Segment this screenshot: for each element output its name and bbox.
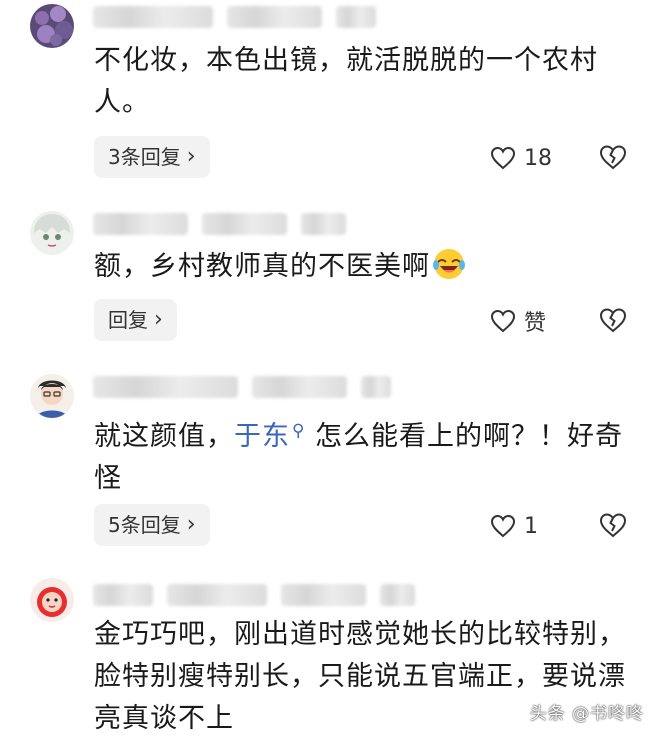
comment-text: 就这颜值，于东 ⚲ 怎么能看上的啊？！好奇怪: [94, 421, 624, 494]
like-button[interactable]: 赞: [490, 301, 546, 341]
chevron-right-icon: ›: [186, 144, 196, 169]
like-count: 赞: [524, 311, 547, 336]
chevron-right-icon: ›: [154, 307, 163, 332]
mention-link[interactable]: 于东 ⚲: [234, 421, 305, 452]
reply-button[interactable]: 回复 ›: [94, 299, 177, 341]
username-redacted: [93, 211, 346, 237]
broken-heart-icon: [599, 308, 627, 333]
dislike-button[interactable]: [598, 306, 628, 336]
comment-text: 额，乡村教师真的不医美啊: [94, 246, 634, 288]
heart-outline-icon: [490, 309, 516, 333]
view-replies-button[interactable]: 5条回复 ›: [94, 504, 210, 546]
avatar[interactable]: [30, 578, 74, 622]
heart-outline-icon: [490, 514, 516, 538]
heart-outline-icon: [490, 146, 516, 170]
search-icon: ⚲: [292, 421, 306, 441]
reply-label: 回复: [108, 308, 148, 332]
username-redacted: [93, 582, 415, 608]
avatar[interactable]: [30, 211, 74, 255]
reply-count-label: 5条回复: [108, 513, 181, 537]
username-redacted: [93, 4, 376, 30]
reply-count-label: 3条回复: [108, 145, 181, 169]
like-count: 1: [524, 513, 538, 539]
avatar[interactable]: [30, 4, 74, 48]
dislike-button[interactable]: [598, 511, 628, 541]
dislike-button[interactable]: [598, 143, 628, 173]
chevron-right-icon: ›: [186, 512, 196, 537]
like-button[interactable]: 18: [490, 138, 552, 178]
like-button[interactable]: 1: [490, 506, 538, 546]
like-count: 18: [524, 145, 552, 171]
broken-heart-icon: [599, 145, 627, 170]
view-replies-button[interactable]: 3条回复 ›: [94, 136, 210, 178]
watermark: 头条 @书咚咚: [529, 704, 644, 724]
avatar[interactable]: [30, 374, 74, 418]
laughing-crying-emoji-icon: [433, 249, 465, 279]
broken-heart-icon: [599, 513, 627, 538]
username-redacted: [93, 374, 391, 400]
comment-text: 不化妆，本色出镜，就活脱脱的一个农村人。: [94, 45, 598, 118]
